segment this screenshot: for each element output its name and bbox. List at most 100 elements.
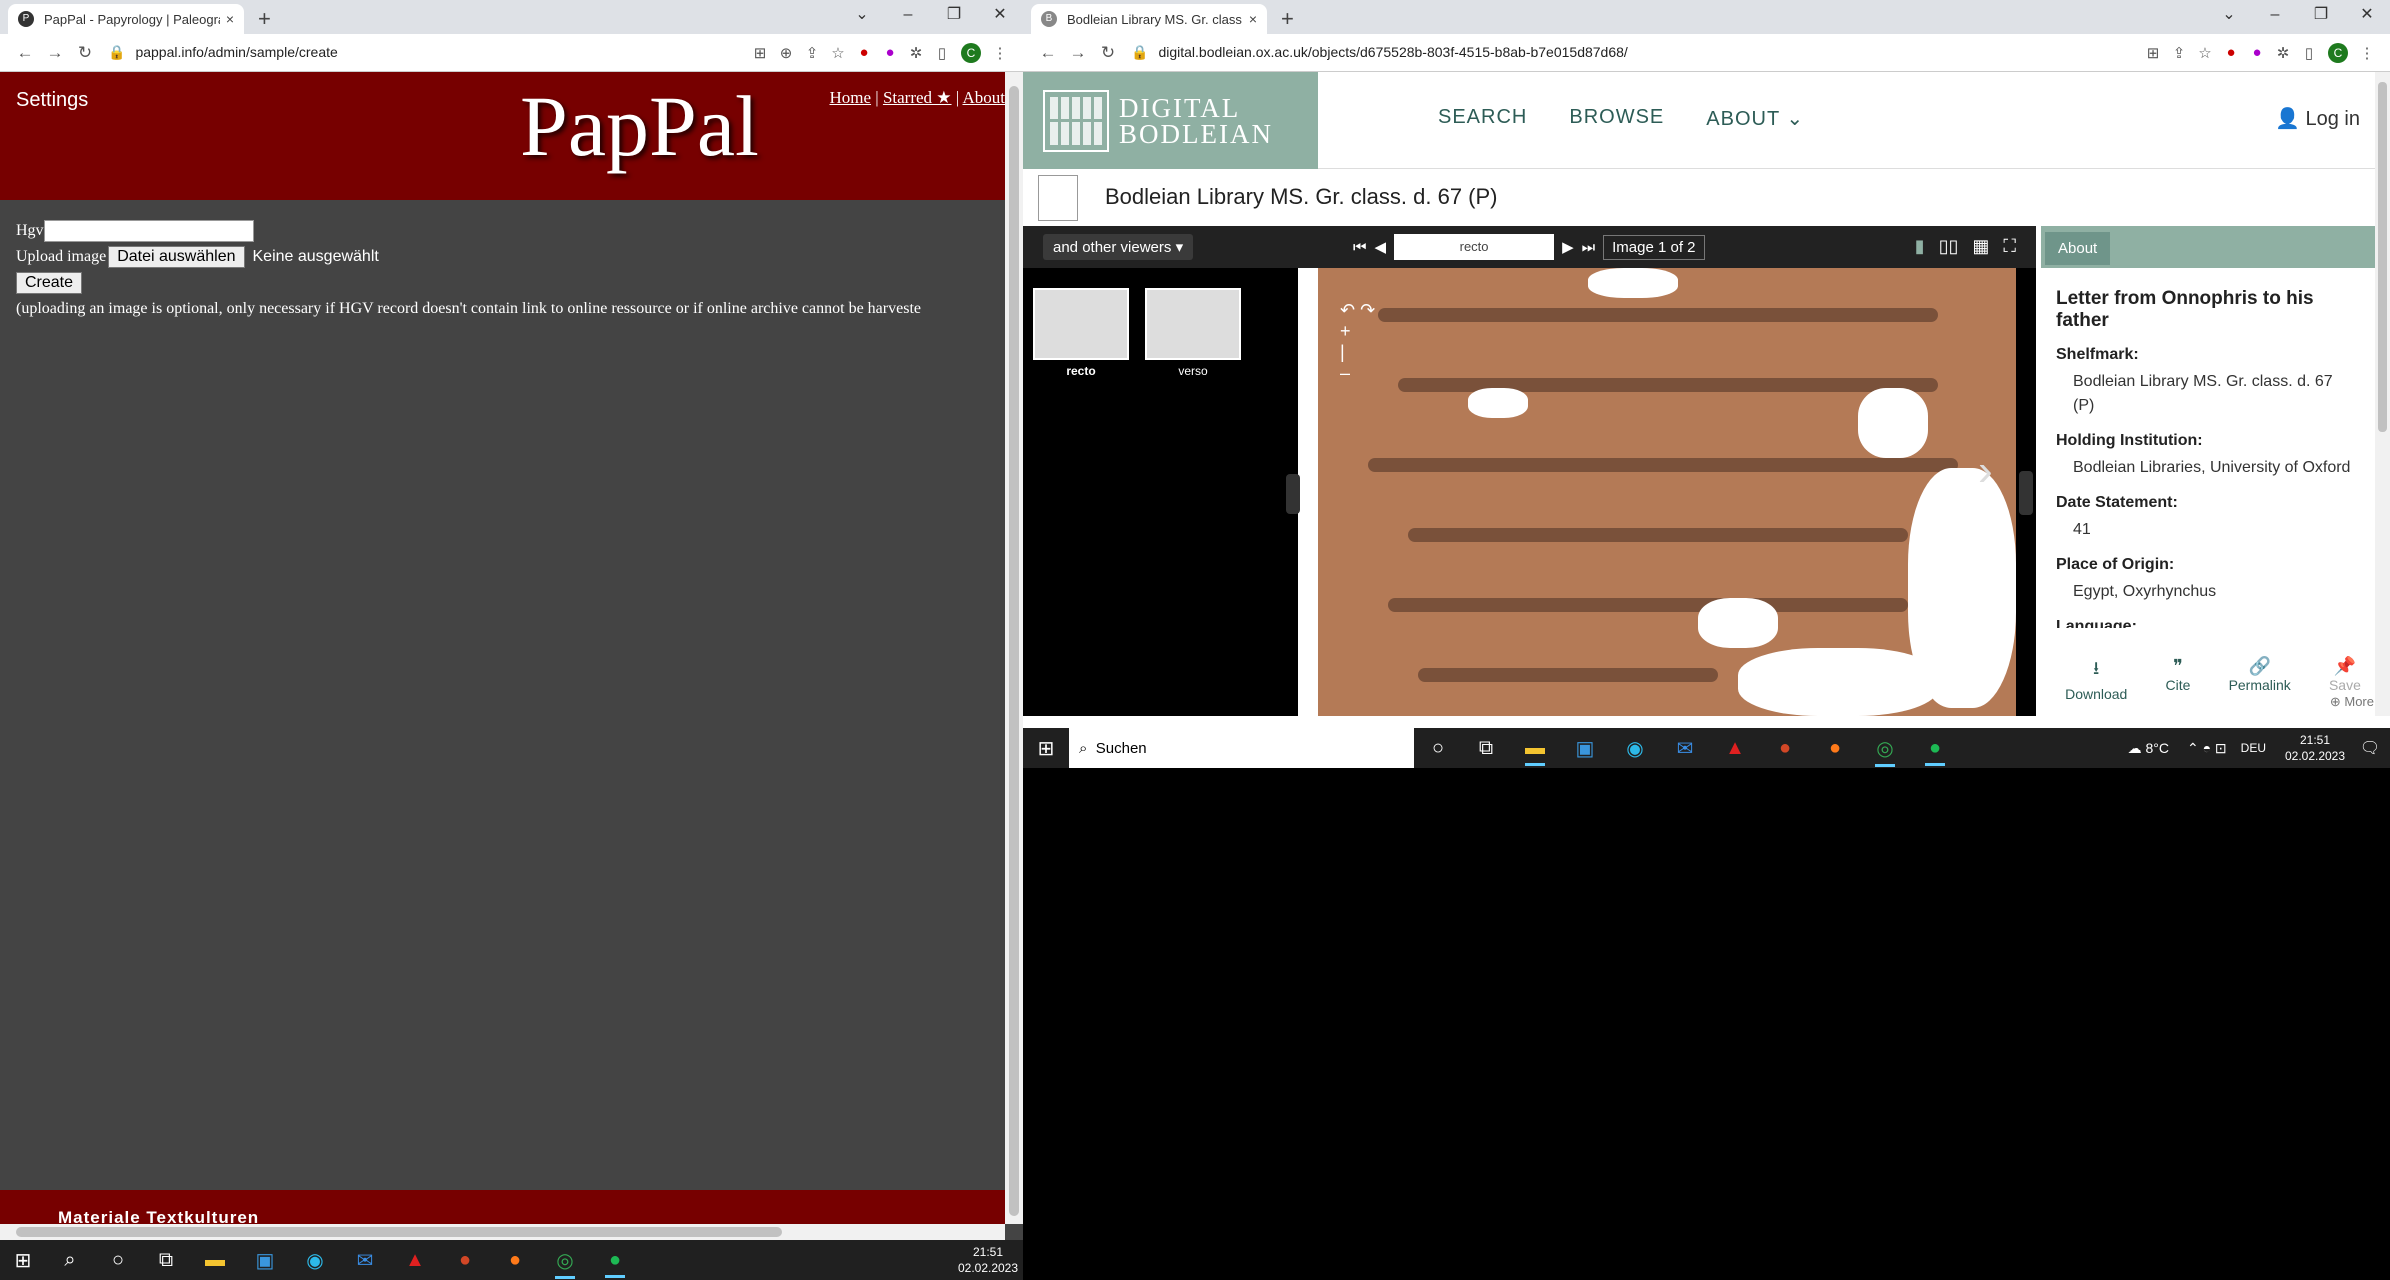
puzzle-icon[interactable]: ✲	[903, 44, 929, 62]
mail-icon[interactable]: ✉	[340, 1248, 390, 1273]
profile-avatar[interactable]: C	[2328, 42, 2348, 63]
share-icon[interactable]: ⇪	[2166, 44, 2192, 62]
new-tab-button[interactable]: +	[1281, 6, 1294, 32]
minimize-icon[interactable]: –	[2252, 0, 2298, 34]
settings-link[interactable]: Settings	[16, 89, 88, 112]
puzzle-icon[interactable]: ✲	[2270, 44, 2296, 62]
nav-home-link[interactable]: Home	[829, 88, 871, 107]
nav-about[interactable]: ABOUT ⌄	[1706, 106, 1804, 131]
taskbar-clock[interactable]: 21:51 02.02.2023	[2280, 732, 2350, 764]
papyrus-image[interactable]: ↶ ↷ + | –	[1298, 268, 2016, 716]
pappal-tab[interactable]: P PapPal - Papyrology | Paleograph ×	[8, 4, 244, 34]
task-view-icon[interactable]: ⧉	[1462, 737, 1510, 760]
file-explorer-icon[interactable]: ▬	[190, 1249, 240, 1272]
permalink-button[interactable]: 🔗 Permalink	[2229, 656, 2291, 716]
hgv-input[interactable]	[43, 220, 254, 242]
bookmark-star-icon[interactable]: ☆	[825, 44, 851, 62]
zoom-icon[interactable]: ⊕	[773, 44, 799, 62]
notifications-icon[interactable]: 🗨	[2350, 738, 2390, 758]
next-page-icon[interactable]: ▶	[1562, 238, 1574, 256]
first-page-icon[interactable]: ⏮	[1353, 239, 1367, 256]
zoom-controls[interactable]: ↶ ↷ + | –	[1340, 300, 1375, 384]
extension-icon[interactable]: ●	[851, 44, 877, 61]
next-image-arrow-icon[interactable]: ›	[1978, 446, 1993, 496]
restore-icon[interactable]: ❐	[2298, 0, 2344, 34]
language-indicator[interactable]: DEU	[2241, 741, 2266, 755]
new-tab-button[interactable]: +	[258, 6, 271, 32]
nav-browse[interactable]: BROWSE	[1569, 106, 1664, 131]
profile-avatar[interactable]: C	[961, 42, 981, 63]
url-field[interactable]: 🔒 digital.bodleian.ox.ac.uk/objects/d6755…	[1131, 44, 2140, 61]
tab-search-icon[interactable]: ⌄	[839, 0, 885, 34]
scroll-thumb[interactable]	[1009, 86, 1019, 1216]
nav-about-link[interactable]: About	[963, 88, 1006, 107]
task-view-icon[interactable]: ⧉	[142, 1249, 190, 1272]
chrome-icon[interactable]: ◎	[1860, 736, 1910, 767]
edge-icon[interactable]: ◉	[290, 1248, 340, 1273]
spotify-icon[interactable]: ●	[1910, 737, 1960, 766]
horizontal-scroll-thumb[interactable]	[16, 1227, 782, 1237]
search-icon[interactable]: ⌕	[46, 1249, 94, 1272]
back-icon[interactable]: ←	[10, 43, 40, 63]
translate-icon[interactable]: ⊞	[747, 44, 773, 62]
fullscreen-icon[interactable]: ⛶	[2003, 236, 2016, 257]
extension-2-icon[interactable]: ●	[877, 44, 903, 61]
vertical-scrollbar[interactable]	[1005, 72, 1023, 1224]
book-view-icon[interactable]: ▯▯	[1939, 236, 1959, 257]
firefox-icon[interactable]: ●	[490, 1249, 540, 1272]
minimize-icon[interactable]: –	[885, 0, 931, 34]
page-scrollbar[interactable]	[2375, 72, 2390, 716]
share-icon[interactable]: ⇪	[799, 44, 825, 62]
edge-icon[interactable]: ◉	[1610, 736, 1660, 761]
weather-widget[interactable]: ☁ 8°C	[2128, 740, 2169, 757]
chrome-icon[interactable]: ◎	[540, 1248, 590, 1279]
tab-close-icon[interactable]: ×	[1249, 11, 1257, 27]
bookmark-star-icon[interactable]: ☆	[2192, 44, 2218, 62]
forward-icon[interactable]: →	[40, 43, 70, 63]
single-view-icon[interactable]: ▮	[1915, 236, 1925, 257]
mail-icon[interactable]: ✉	[1660, 736, 1710, 761]
login-link[interactable]: 👤 Log in	[2275, 106, 2360, 131]
page-scroll-thumb[interactable]	[2378, 82, 2387, 432]
acrobat-icon[interactable]: ▲	[1710, 737, 1760, 760]
url-field[interactable]: 🔒 pappal.info/admin/sample/create	[108, 44, 747, 61]
start-icon[interactable]: ⊞	[1023, 736, 1069, 761]
acrobat-icon[interactable]: ▲	[390, 1249, 440, 1272]
extension-2-icon[interactable]: ●	[2244, 44, 2270, 61]
bodleian-tab[interactable]: B Bodleian Library MS. Gr. class. d ×	[1031, 4, 1267, 34]
tray-icons[interactable]: ⌃ ◓ ⊡	[2187, 740, 2227, 757]
gallery-view-icon[interactable]: ▦	[1972, 236, 1989, 257]
choose-file-button[interactable]: Datei auswählen	[108, 246, 245, 268]
taskbar-search[interactable]: ⌕ Suchen	[1069, 728, 1414, 768]
store-icon[interactable]: ▣	[240, 1248, 290, 1273]
digital-bodleian-logo[interactable]: DIGITAL BODLEIAN	[1023, 72, 1318, 169]
translate-icon[interactable]: ⊞	[2140, 44, 2166, 62]
reload-icon[interactable]: ↻	[70, 43, 100, 63]
other-viewers-dropdown[interactable]: and other viewers ▾	[1043, 234, 1194, 260]
store-icon[interactable]: ▣	[1560, 736, 1610, 761]
horizontal-scrollbar[interactable]	[0, 1224, 1005, 1240]
restore-icon[interactable]: ❐	[931, 0, 977, 34]
forward-icon[interactable]: →	[1063, 43, 1093, 63]
cortana-icon[interactable]: ○	[1414, 737, 1462, 760]
back-icon[interactable]: ←	[1033, 43, 1063, 63]
create-button[interactable]: Create	[16, 272, 83, 294]
cortana-icon[interactable]: ○	[94, 1249, 142, 1272]
left-panel-handle[interactable]	[1286, 474, 1300, 514]
reload-icon[interactable]: ↻	[1093, 43, 1123, 63]
start-icon[interactable]: ⊞	[0, 1248, 46, 1273]
extension-icon[interactable]: ●	[2218, 44, 2244, 61]
thumbnail-recto[interactable]	[1033, 288, 1129, 360]
spotify-icon[interactable]: ●	[590, 1249, 640, 1278]
nav-starred-link[interactable]: Starred ★	[883, 88, 952, 107]
page-input[interactable]: recto	[1394, 234, 1555, 260]
sidepanel-icon[interactable]: ▯	[2296, 44, 2322, 62]
taskbar-clock[interactable]: 21:51 02.02.2023	[953, 1244, 1023, 1276]
file-explorer-icon[interactable]: ▬	[1510, 737, 1560, 766]
prev-page-icon[interactable]: ◀	[1375, 238, 1387, 256]
download-button[interactable]: ⭳ Download	[2065, 656, 2127, 716]
close-window-icon[interactable]: ✕	[2344, 0, 2390, 34]
close-window-icon[interactable]: ✕	[977, 0, 1023, 34]
menu-icon[interactable]: ⋮	[987, 44, 1013, 62]
right-panel-handle[interactable]	[2019, 471, 2033, 515]
